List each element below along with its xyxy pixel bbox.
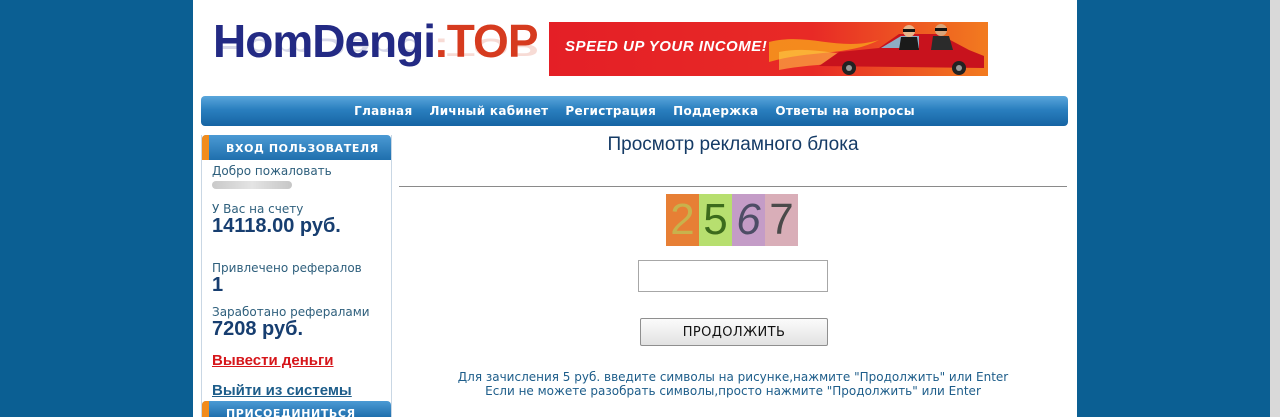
logo-reflection-main: HomDengi	[213, 33, 435, 62]
logout-link[interactable]: Выйти из системы	[212, 382, 352, 399]
instructions: Для зачисления 5 руб. введите символы на…	[399, 370, 1067, 398]
captcha-digit-1: 2	[666, 194, 699, 246]
instruction-line-1: Для зачисления 5 руб. введите символы на…	[457, 370, 1009, 384]
join-panel-title: ПРИСОЕДИНИТЬСЯ	[226, 407, 356, 417]
captcha-digit-2: 5	[699, 194, 732, 246]
site-logo[interactable]: HomDengi.TOP HomDengi.TOP	[213, 12, 543, 92]
captcha-input[interactable]	[638, 260, 828, 292]
logo-reflection-suffix: .TOP	[435, 33, 538, 62]
earned-label: Заработано рефералами	[212, 305, 370, 319]
withdraw-row: Вывести деньги	[212, 350, 391, 369]
page-container: HomDengi.TOP HomDengi.TOP SPEED UP YOUR …	[193, 0, 1077, 417]
join-panel-header: ПРИСОЕДИНИТЬСЯ	[202, 401, 391, 417]
window-scrollbar[interactable]	[1270, 0, 1280, 417]
nav-account[interactable]: Личный кабинет	[429, 104, 548, 118]
login-panel-body: Добро пожаловать У Вас на счету 14118.00…	[202, 164, 391, 399]
withdraw-link[interactable]: Вывести деньги	[212, 352, 334, 369]
ad-banner[interactable]: SPEED UP YOUR INCOME!	[549, 22, 988, 76]
title-divider	[399, 186, 1067, 187]
balance-value: 14118.00 руб.	[212, 215, 341, 237]
sidebar: ВХОД ПОЛЬЗОВАТЕЛЯ Добро пожаловать У Вас…	[201, 135, 392, 417]
captcha-digit-3: 6	[732, 194, 765, 246]
referrals-label: Привлечено рефералов	[212, 261, 362, 275]
nav-faq[interactable]: Ответы на вопросы	[775, 104, 914, 118]
instruction-line-2: Если не можете разобрать символы,просто …	[485, 384, 981, 398]
login-panel-header: ВХОД ПОЛЬЗОВАТЕЛЯ	[202, 135, 391, 160]
logout-row: Выйти из системы	[212, 380, 391, 399]
main-nav: Главная Личный кабинет Регистрация Подде…	[201, 96, 1068, 126]
logo-reflection: HomDengi.TOP	[213, 33, 538, 62]
header-accent	[202, 135, 209, 160]
login-panel-title: ВХОД ПОЛЬЗОВАТЕЛЯ	[226, 142, 379, 155]
page-title: Просмотр рекламного блока	[607, 134, 859, 155]
banner-text: SPEED UP YOUR INCOME!	[565, 38, 768, 55]
captcha-image: 2 5 6 7	[666, 194, 798, 246]
nav-register[interactable]: Регистрация	[565, 104, 656, 118]
earned-value: 7208 руб.	[212, 318, 304, 340]
join-header-accent	[202, 401, 209, 417]
nav-home[interactable]: Главная	[354, 104, 412, 118]
car-illustration	[769, 24, 984, 75]
continue-button[interactable]: ПРОДОЛЖИТЬ	[640, 318, 828, 346]
balance-label: У Вас на счету	[212, 202, 304, 216]
captcha-digit-4: 7	[765, 194, 798, 246]
welcome-label: Добро пожаловать	[212, 164, 332, 178]
nav-support[interactable]: Поддержка	[673, 104, 758, 118]
referrals-value: 1	[212, 274, 224, 296]
username-redacted	[212, 181, 292, 189]
